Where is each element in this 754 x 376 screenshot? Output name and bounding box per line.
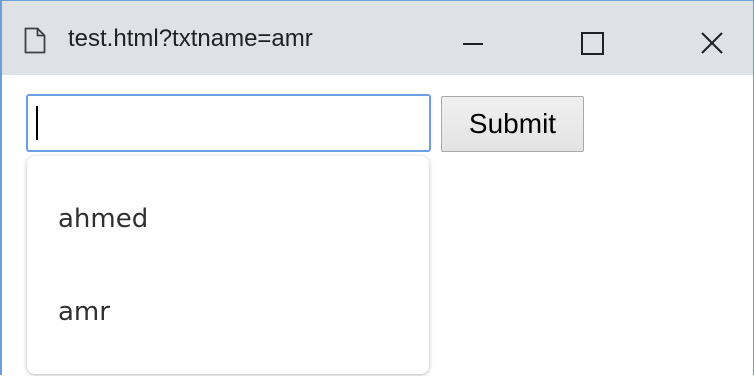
window-title: test.html?txtname=amr	[68, 25, 313, 52]
close-icon	[701, 32, 723, 54]
minimize-button[interactable]	[442, 1, 502, 75]
name-input[interactable]	[26, 94, 431, 152]
text-caret	[36, 106, 38, 140]
maximize-button[interactable]	[562, 1, 622, 75]
close-button[interactable]	[682, 1, 742, 75]
minimize-icon	[463, 43, 483, 45]
page-content: Submit ahmed amr	[2, 75, 753, 376]
autocomplete-option[interactable]: amr	[27, 265, 429, 359]
browser-window: test.html?txtname=amr Submit ahmed amr	[0, 0, 754, 376]
submit-button[interactable]: Submit	[441, 96, 584, 152]
autocomplete-dropdown: ahmed amr	[27, 156, 429, 374]
autocomplete-option[interactable]: ahmed	[27, 172, 429, 266]
maximize-icon	[581, 32, 604, 55]
title-bar[interactable]: test.html?txtname=amr	[2, 1, 753, 75]
page-icon	[24, 27, 46, 54]
